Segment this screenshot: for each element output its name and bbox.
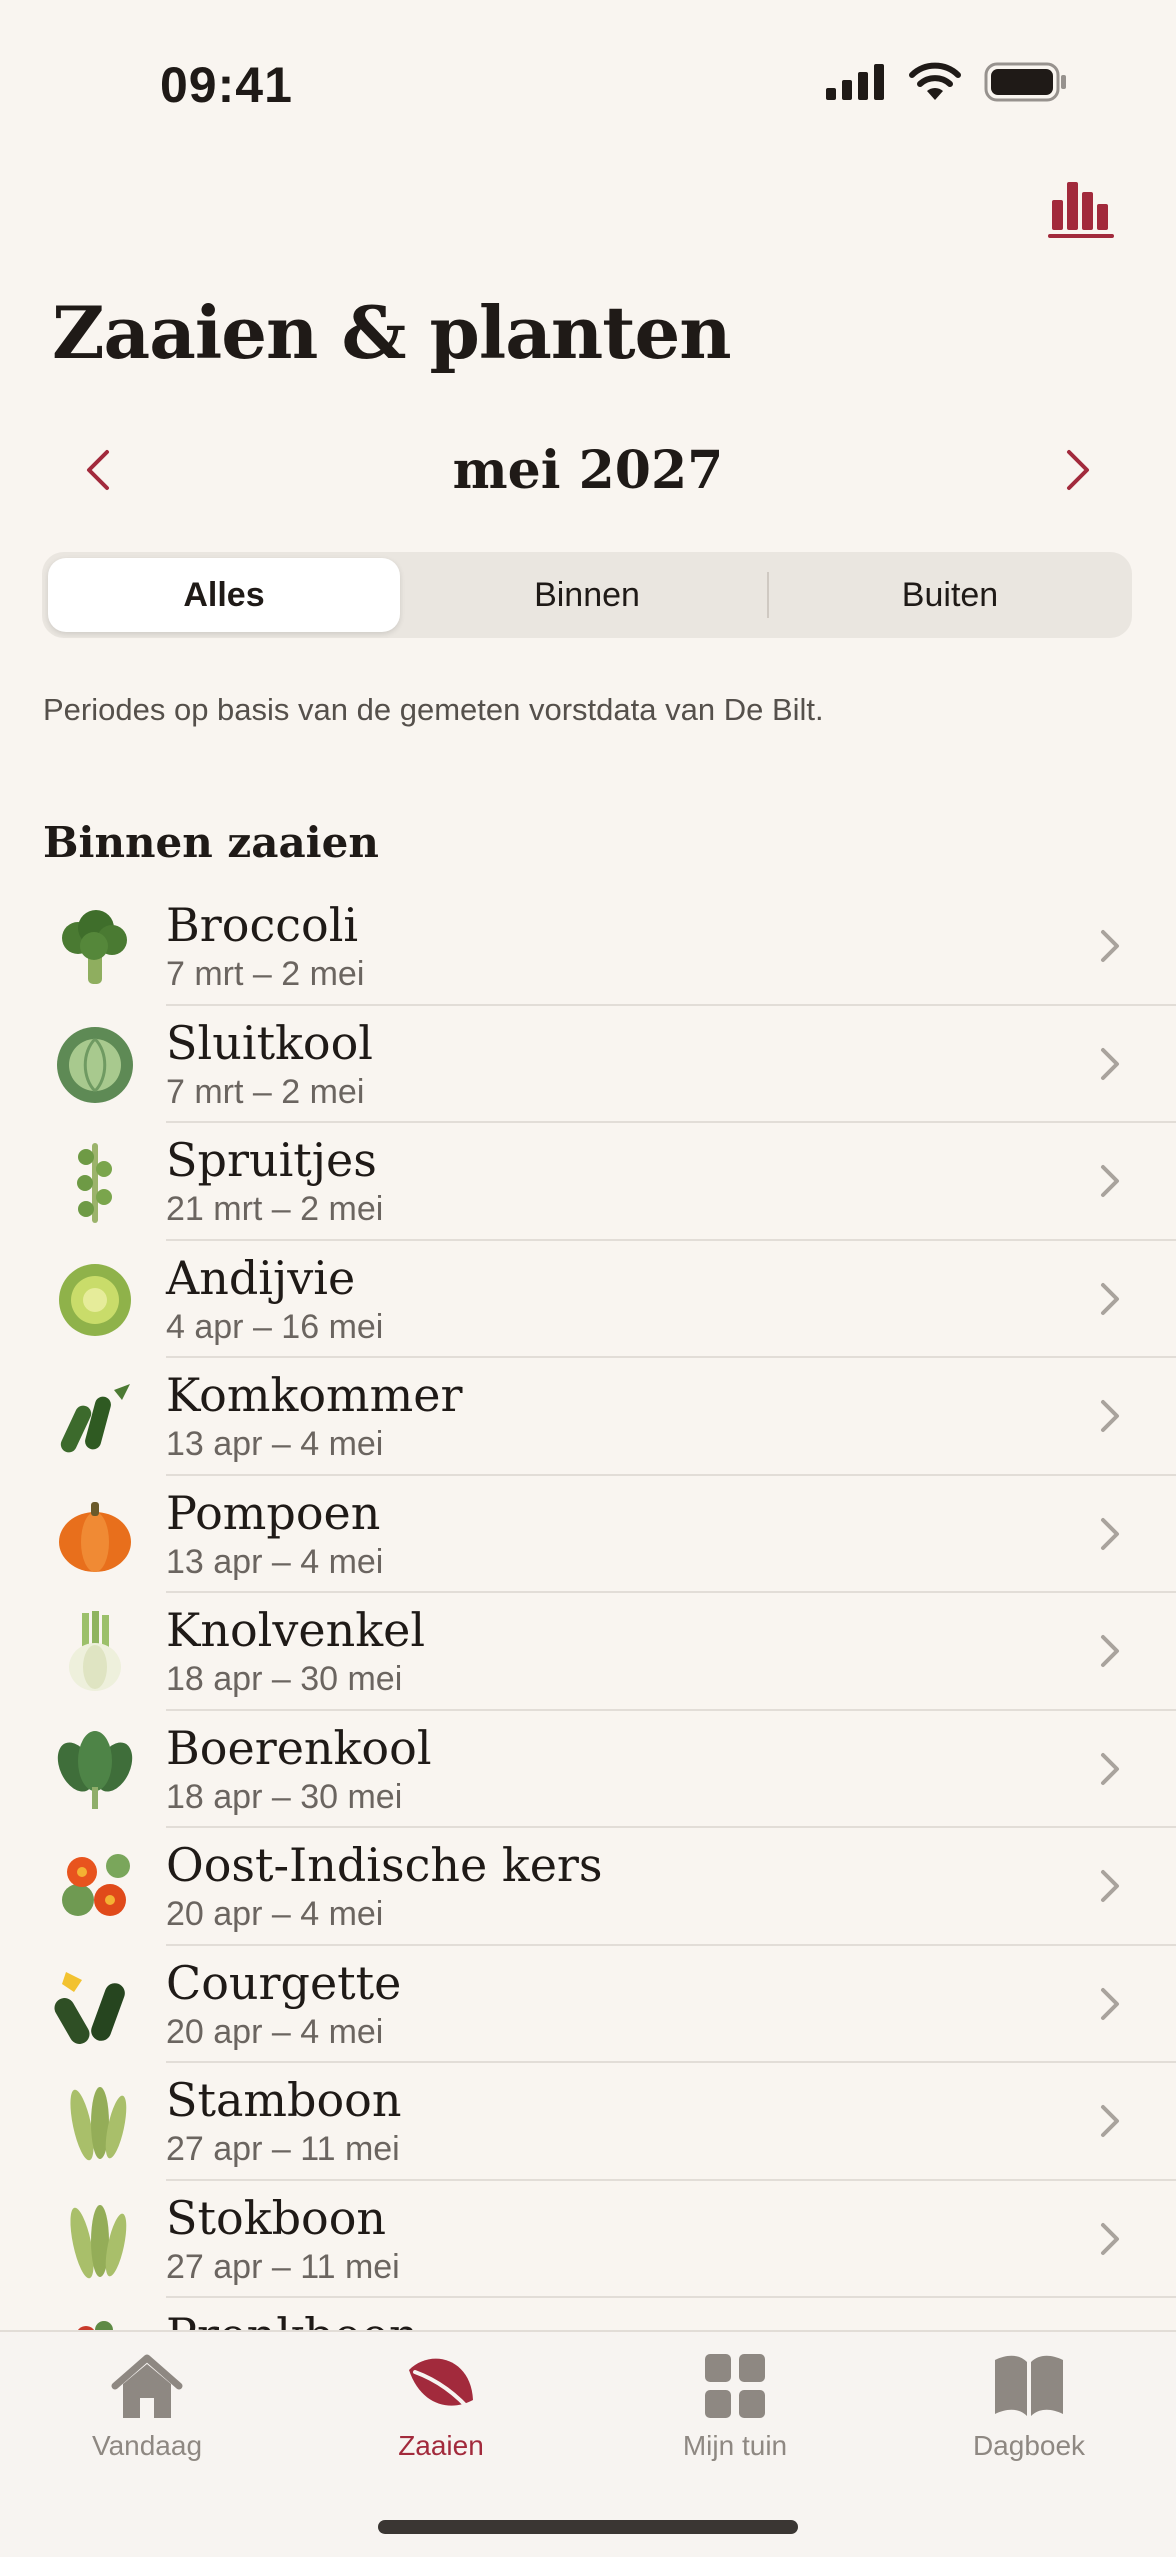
segment-outdoor[interactable]: Buiten [774, 558, 1126, 632]
tab-label: Mijn tuin [682, 2430, 788, 2461]
current-month: mei 2027 [452, 440, 724, 501]
list-item[interactable]: Oost-Indische kers 20 apr – 4 mei [0, 1828, 1176, 1946]
tab-label: Dagboek [972, 2430, 1086, 2461]
zucchini-icon [54, 1971, 125, 2044]
statistics-button[interactable] [1046, 178, 1118, 240]
pumpkin-icon [59, 1501, 131, 1572]
list-item[interactable]: Spruitjes 21 mrt – 2 mei [0, 1123, 1176, 1241]
list-item[interactable]: Pronkboon [0, 2298, 1176, 2330]
chevron-right-icon [1101, 1282, 1119, 1315]
list-item[interactable]: Knolvenkel 18 apr – 30 mei [0, 1593, 1176, 1711]
plant-period: 18 apr – 30 mei [166, 1777, 403, 1816]
plant-name: Komkommer [166, 1368, 463, 1422]
segment-divider [767, 572, 769, 618]
plant-period: 21 mrt – 2 mei [166, 1190, 384, 1228]
list-item[interactable]: Broccoli 7 mrt – 2 mei [0, 888, 1176, 1006]
plant-period: 27 apr – 11 mei [166, 2247, 400, 2286]
next-month-button[interactable] [1046, 438, 1110, 502]
list-item[interactable]: Komkommer 13 apr – 4 mei [0, 1358, 1176, 1476]
page-title: Zaaien & planten [52, 290, 732, 375]
tab-sowing[interactable]: Zaaien [294, 2350, 588, 2462]
tab-label: Zaaien [398, 2430, 484, 2461]
tab-today[interactable]: Vandaag [0, 2350, 294, 2462]
runner-bean-icon [78, 2321, 113, 2330]
plant-name: Andijvie [166, 1250, 356, 1305]
plant-name: Pronkboon [166, 2308, 419, 2330]
plant-period: 7 mrt – 2 mei [166, 955, 365, 993]
chevron-right-icon [1101, 2222, 1119, 2255]
plant-name: Boerenkool [166, 1720, 432, 1775]
plant-name: Pompoen [166, 1485, 381, 1540]
list-item[interactable]: Andijvie 4 apr – 16 mei [0, 1241, 1176, 1358]
plant-name: Knolvenkel [166, 1603, 426, 1657]
cucumber-icon [60, 1384, 130, 1453]
leaf-icon [409, 2358, 477, 2418]
status-bar: 09:41 [0, 0, 1176, 170]
brussels-sprouts-icon [77, 1143, 112, 1223]
list-item[interactable]: Boerenkool 18 apr – 30 mei [0, 1711, 1176, 1828]
home-indicator [378, 2520, 798, 2534]
nasturtium-icon [62, 1854, 130, 1916]
plant-period: 13 apr – 4 mei [166, 1542, 384, 1581]
plant-list: Broccoli 7 mrt – 2 mei Sluitkool 7 mrt –… [0, 888, 1176, 2330]
plant-name: Stokboon [166, 2190, 387, 2245]
pole-bean-icon [70, 2204, 127, 2278]
broccoli-icon [62, 910, 127, 984]
plant-period: 27 apr – 11 mei [166, 2130, 400, 2168]
wifi-icon [909, 62, 961, 100]
section-title: Binnen zaaien [43, 818, 379, 867]
list-item[interactable]: Stokboon 27 apr – 11 mei [0, 2181, 1176, 2298]
chevron-right-icon [1101, 1047, 1119, 1080]
plant-period: 20 apr – 4 mei [166, 2012, 384, 2051]
cellular-signal-icon [826, 64, 884, 100]
segment-all[interactable]: Alles [48, 558, 400, 632]
cabbage-icon [57, 1026, 133, 1103]
tab-journal[interactable]: Dagboek [882, 2350, 1176, 2462]
list-item[interactable]: Stamboon 27 apr – 11 mei [0, 2063, 1176, 2181]
chevron-right-icon [1101, 1987, 1119, 2020]
plant-name: Courgette [166, 1955, 402, 2010]
chevron-right-icon [1101, 1400, 1119, 1432]
tab-my-garden[interactable]: Mijn tuin [588, 2350, 882, 2462]
plant-period: 7 mrt – 2 mei [166, 1072, 365, 1111]
chevron-right-icon [1101, 1165, 1119, 1197]
plant-name: Oost-Indische kers [166, 1838, 603, 1892]
chevron-right-icon [1101, 2105, 1119, 2137]
bar-chart-icon [1048, 182, 1114, 238]
status-time: 09:41 [160, 57, 293, 113]
list-item[interactable]: Sluitkool 7 mrt – 2 mei [0, 1006, 1176, 1123]
list-item[interactable]: Courgette 20 apr – 4 mei [0, 1946, 1176, 2063]
status-icons [826, 62, 1068, 102]
frost-data-note: Periodes op basis van de gemeten vorstda… [43, 692, 824, 727]
plant-name: Spruitjes [166, 1133, 377, 1187]
segment-indoor[interactable]: Binnen [411, 558, 763, 632]
list-item[interactable]: Pompoen 13 apr – 4 mei [0, 1476, 1176, 1593]
chevron-right-icon [1101, 1870, 1119, 1902]
house-icon [111, 2354, 183, 2418]
plant-name: Stamboon [166, 2073, 402, 2127]
chevron-right-icon [1101, 1635, 1119, 1667]
plant-name: Sluitkool [166, 1015, 374, 1070]
battery-icon [984, 62, 1066, 102]
chevron-right-icon [1101, 930, 1119, 962]
endive-icon [59, 1263, 131, 1336]
month-navigator: mei 2027 [44, 430, 1132, 510]
plant-period: 13 apr – 4 mei [166, 1425, 384, 1463]
kale-icon [57, 1730, 133, 1809]
plant-period: 20 apr – 4 mei [166, 1895, 384, 1933]
plant-period: 18 apr – 30 mei [166, 1660, 403, 1698]
chevron-right-icon [1101, 1752, 1119, 1785]
location-filter: Alles Binnen Buiten [42, 552, 1132, 638]
book-icon [995, 2355, 1063, 2416]
plant-period: 4 apr – 16 mei [166, 1307, 384, 1346]
chevron-right-icon [1067, 450, 1089, 490]
tab-label: Vandaag [91, 2430, 203, 2461]
fennel-icon [69, 1611, 121, 1691]
chevron-right-icon [1101, 1517, 1119, 1550]
plant-name: Broccoli [166, 898, 359, 952]
grid-icon [705, 2354, 765, 2418]
bush-bean-icon [70, 2087, 127, 2161]
